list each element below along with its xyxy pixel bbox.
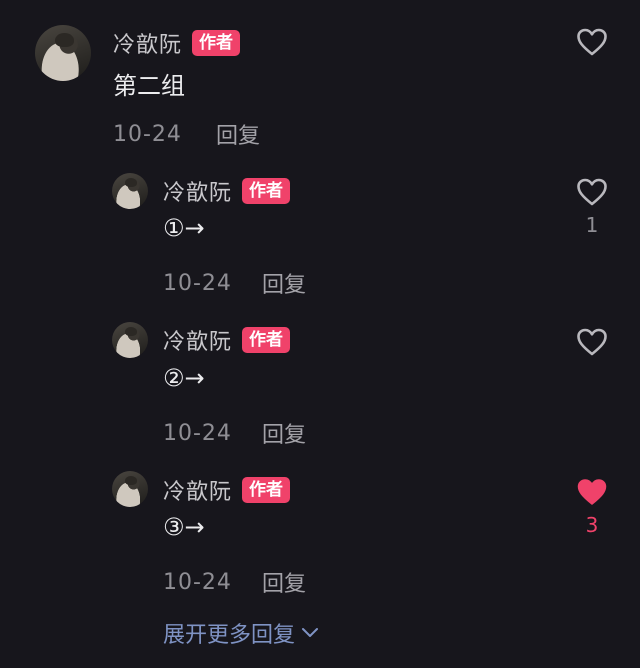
heart-filled-icon (577, 479, 607, 505)
expand-label: 展开更多回复 (163, 623, 296, 648)
comment-author[interactable]: 冷歆阮 (163, 175, 232, 207)
avatar[interactable] (35, 25, 91, 81)
expand-more-replies-link[interactable]: 展开更多回复 (163, 617, 319, 649)
like-button[interactable] (574, 27, 610, 63)
avatar[interactable] (112, 322, 148, 358)
reply-button[interactable]: 回复 (216, 118, 260, 150)
comment-date: 10-24 (163, 569, 232, 595)
comment-text: ③→ (163, 513, 205, 541)
author-badge: 作者 (242, 477, 291, 503)
heart-outline-icon (577, 178, 607, 206)
comment-text: ①→ (163, 214, 205, 242)
like-count: 1 (585, 213, 599, 237)
like-count: 3 (585, 513, 599, 537)
comment-date: 10-24 (163, 270, 232, 296)
author-badge: 作者 (242, 327, 291, 353)
comment-date: 10-24 (163, 420, 232, 446)
reply-button[interactable]: 回复 (262, 566, 306, 598)
like-button[interactable] (574, 327, 610, 363)
reply-button[interactable]: 回复 (262, 417, 306, 449)
author-badge: 作者 (242, 178, 291, 204)
avatar[interactable] (112, 471, 148, 507)
comment-author[interactable]: 冷歆阮 (163, 324, 232, 356)
heart-outline-icon (577, 28, 607, 56)
comment-author[interactable]: 冷歆阮 (163, 474, 232, 506)
reply-button[interactable]: 回复 (262, 267, 306, 299)
comment-text: ②→ (163, 364, 205, 392)
comment-text: 第二组 (113, 72, 185, 100)
avatar[interactable] (112, 173, 148, 209)
like-button[interactable]: 1 (574, 177, 610, 237)
like-button[interactable]: 3 (574, 477, 610, 537)
author-badge: 作者 (192, 30, 241, 56)
chevron-down-icon (302, 628, 319, 637)
heart-outline-icon (577, 328, 607, 356)
comment-date: 10-24 (113, 121, 182, 147)
comment-author[interactable]: 冷歆阮 (113, 27, 182, 59)
